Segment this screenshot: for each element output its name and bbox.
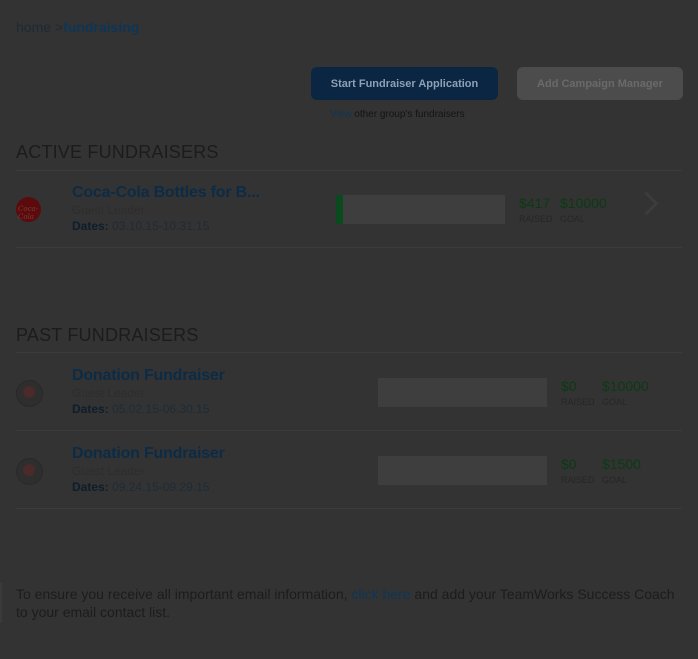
fundraiser-dates: Dates: 03.10.15-10.31.15 <box>72 219 210 233</box>
past-fundraisers-title: PAST FUNDRAISERS <box>16 325 199 345</box>
coca-cola-logo-icon: Coca-Cola <box>16 197 41 222</box>
fundraiser-dates: Dates: 09.24.15-09.29.15 <box>72 480 210 494</box>
raised-label: RAISED <box>561 397 595 407</box>
divider <box>16 430 682 431</box>
raised-label: RAISED <box>519 214 553 224</box>
fundraiser-name[interactable]: Coca-Cola Bottles for B... <box>72 184 260 202</box>
breadcrumb: home >fundraising <box>16 19 139 35</box>
fundraiser-leader: Guest Leader <box>72 203 145 217</box>
divider <box>16 247 682 248</box>
chevron-right-icon[interactable] <box>634 191 659 216</box>
goal-amount: $10000 <box>602 378 649 394</box>
divider <box>16 508 682 509</box>
fundraiser-leader: Guest Leader <box>72 386 145 400</box>
breadcrumb-current: fundraising <box>63 19 140 35</box>
progress-bar <box>336 195 505 224</box>
raised-amount: $0 <box>561 456 577 472</box>
raised-amount: $417 <box>519 195 551 211</box>
fundraiser-name[interactable]: Donation Fundraiser <box>72 445 225 463</box>
fundraiser-logo-icon <box>16 458 43 485</box>
progress-bar <box>378 378 547 407</box>
view-other-fundraisers: View other group's fundraisers <box>330 109 465 120</box>
start-fundraiser-button[interactable]: Start Fundraiser Application <box>311 67 498 100</box>
view-link-rest: other group's fundraisers <box>354 109 465 120</box>
active-fundraisers-title: ACTIVE FUNDRAISERS <box>16 142 219 162</box>
view-link[interactable]: View <box>330 109 352 120</box>
progress-bar <box>378 456 547 485</box>
raised-label: RAISED <box>561 475 595 485</box>
divider <box>16 170 682 171</box>
goal-label: GOAL <box>560 214 586 224</box>
email-notice-text: To ensure you receive all important emai… <box>16 586 348 602</box>
breadcrumb-home[interactable]: home <box>16 19 51 35</box>
goal-label: GOAL <box>602 397 628 407</box>
fundraiser-leader: Guest Leader <box>72 464 145 478</box>
fundraiser-dates: Dates: 05.02.15-06.30.15 <box>72 402 210 416</box>
click-here-link[interactable]: click here <box>351 586 410 602</box>
footer-rule <box>0 583 2 623</box>
breadcrumb-separator: > <box>54 19 64 35</box>
progress-fill <box>336 195 344 224</box>
goal-amount: $1500 <box>602 456 641 472</box>
fundraiser-logo-icon <box>16 380 43 407</box>
goal-amount: $10000 <box>560 195 607 211</box>
raised-amount: $0 <box>561 378 577 394</box>
divider <box>16 352 682 353</box>
fundraiser-name[interactable]: Donation Fundraiser <box>72 367 225 385</box>
goal-label: GOAL <box>602 475 628 485</box>
add-campaign-manager-button[interactable]: Add Campaign Manager <box>517 67 683 100</box>
email-notice: To ensure you receive all important emai… <box>16 585 676 621</box>
